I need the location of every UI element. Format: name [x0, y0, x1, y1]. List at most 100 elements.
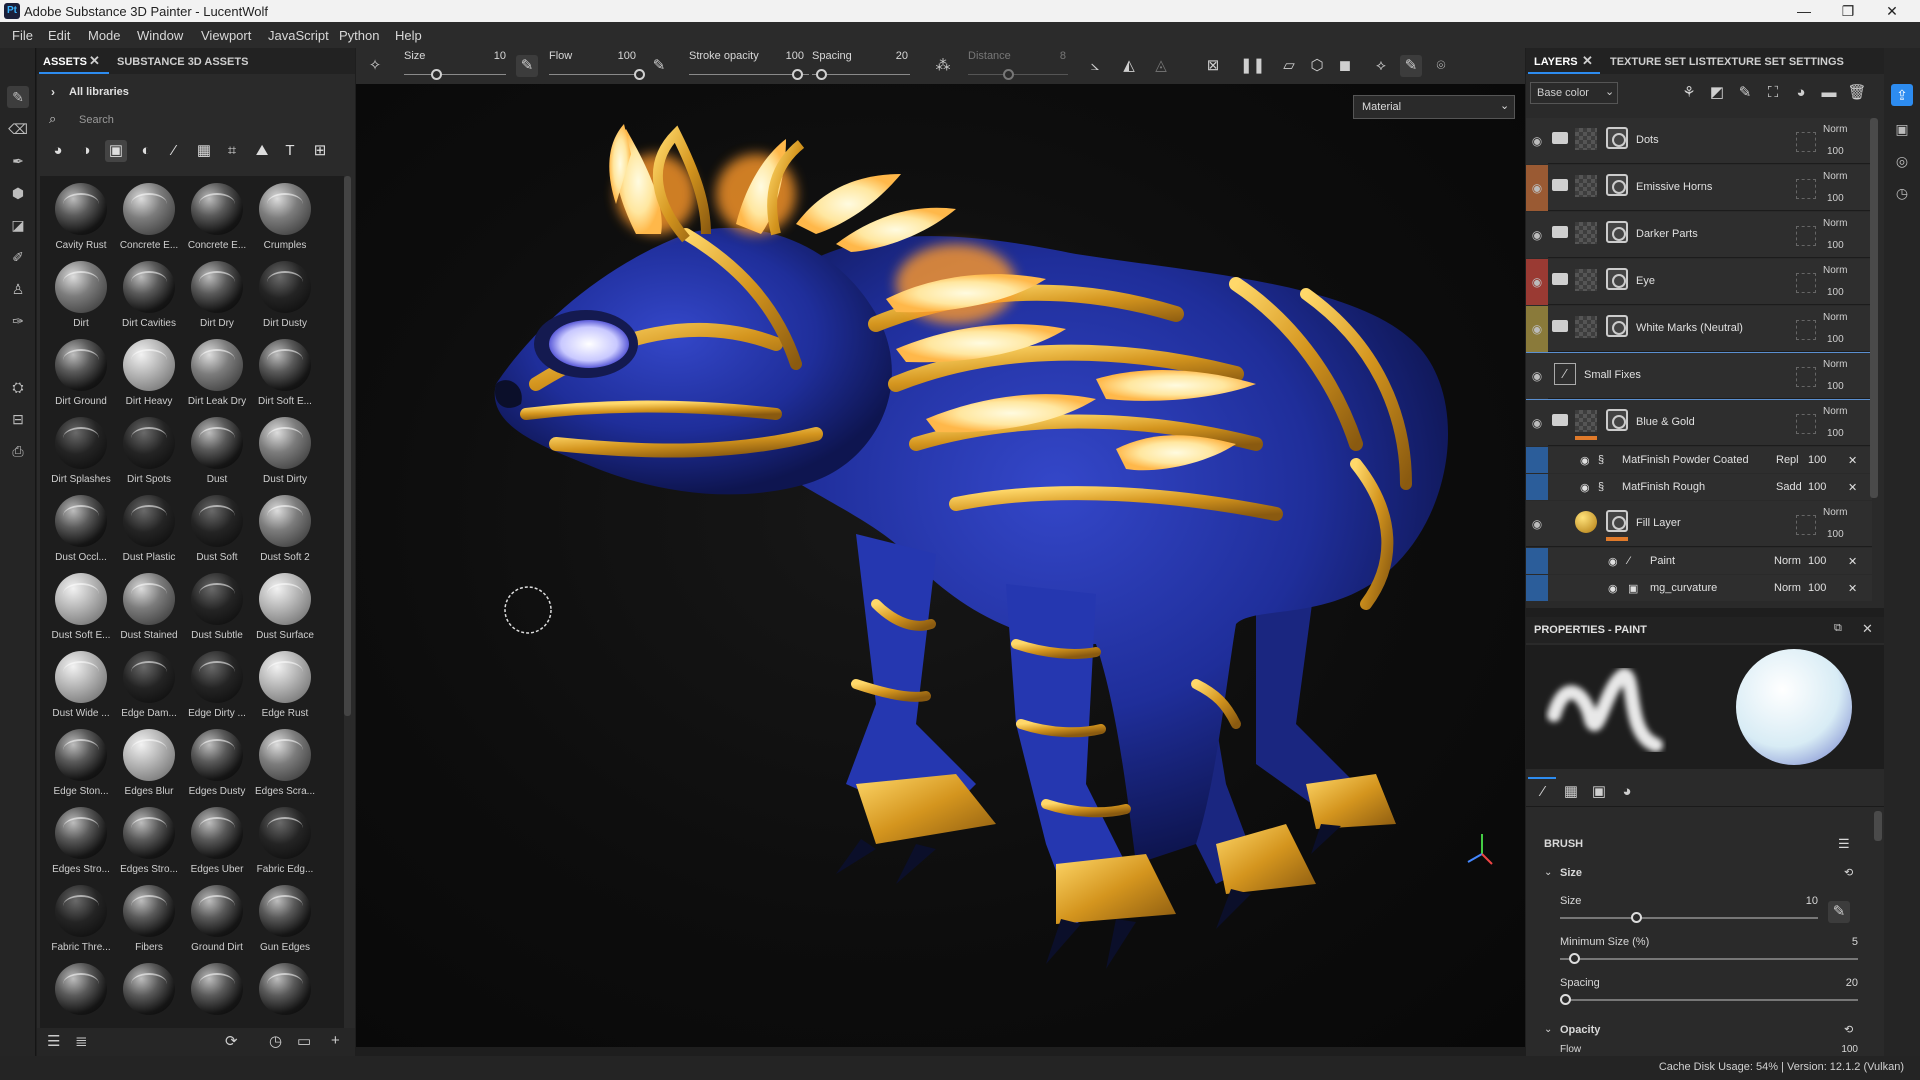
asset-item[interactable]: Dirt Soft E... [248, 336, 316, 414]
asset-item[interactable]: Gun Edges [248, 882, 316, 960]
smudge-icon[interactable]: ✐ [7, 246, 29, 268]
asset-item[interactable]: Fabric Edg... [248, 804, 316, 882]
material-filter-icon[interactable]: ◕ [47, 140, 69, 162]
layers-scrollbar[interactable] [1870, 118, 1878, 498]
asset-item[interactable]: Dirt Heavy [112, 336, 180, 414]
add-icon[interactable]: + [331, 1032, 340, 1049]
screenshot-icon[interactable]: ⌾ [1430, 55, 1452, 77]
layer-name[interactable]: Small Fixes [1584, 369, 1641, 381]
geometry-fill-icon[interactable]: ⬢ [7, 182, 29, 204]
asset-item[interactable]: Edges Stro... [112, 804, 180, 882]
flow-value[interactable]: 100 [606, 50, 636, 62]
eye-icon[interactable]: ◉ [1526, 400, 1548, 446]
flow-value[interactable]: 100 [1832, 1044, 1858, 1055]
menu-viewport[interactable]: Viewport [201, 28, 251, 43]
menu-file[interactable]: File [12, 28, 33, 43]
angle-icon[interactable]: ⦣ [1084, 55, 1106, 77]
mask-effect-row[interactable]: ◉ ⁄ Paint Norm 100 ✕ [1526, 548, 1872, 574]
asset-item[interactable]: Fabric Thre... [44, 882, 112, 960]
layer-row[interactable]: ◉ Darker Parts Norm 100 [1526, 212, 1872, 258]
asset-item[interactable]: Concrete E... [112, 180, 180, 258]
close-tab-icon[interactable]: ✕ [89, 53, 100, 69]
add-folder-icon[interactable]: ▬ [1818, 82, 1840, 104]
eraser-icon[interactable]: ⌫ [7, 118, 29, 140]
layer-row[interactable]: ◉ Dots Norm 100 [1526, 118, 1872, 164]
opacity-value[interactable]: 100 [1827, 193, 1844, 204]
opacity-value[interactable]: 100 [1808, 555, 1826, 567]
delete-layer-icon[interactable]: 🗑 [1846, 82, 1868, 104]
menu-edit[interactable]: Edit [48, 28, 70, 43]
asset-item[interactable]: Dust Surface [248, 570, 316, 648]
spacing-slider-track[interactable] [1560, 999, 1858, 1001]
collapse-opacity-icon[interactable]: ⌄ [1544, 1024, 1552, 1035]
details-view-icon[interactable]: ≣ [75, 1032, 88, 1050]
smart-material-filter-icon[interactable]: ◑ [75, 140, 97, 162]
eye-icon[interactable]: ◉ [1526, 353, 1548, 399]
remove-effect-icon[interactable]: ✕ [1848, 555, 1857, 568]
add-mask-icon[interactable]: ◩ [1706, 82, 1728, 104]
asset-item[interactable]: Fibers [112, 882, 180, 960]
bake-icon[interactable]: ⛭ [7, 376, 29, 398]
minimum-size-slider-knob[interactable] [1568, 953, 1580, 964]
3d-viewport[interactable] [356, 84, 1525, 1047]
layer-row[interactable]: ◉ Eye Norm 100 [1526, 259, 1872, 305]
pause-icon[interactable]: ❚❚ [1240, 55, 1265, 77]
close-tab-icon[interactable]: ✕ [1582, 53, 1593, 69]
asset-item[interactable]: Cavity Rust [44, 180, 112, 258]
asset-item[interactable]: Dirt Dusty [248, 258, 316, 336]
brush-filter-icon[interactable]: ⁄ [163, 140, 185, 162]
add-paint-layer-icon[interactable]: ✎ [1734, 82, 1756, 104]
distance-slider-track[interactable] [968, 74, 1068, 75]
mirror-axis-icon[interactable]: ◬ [1150, 55, 1172, 77]
menu-window[interactable]: Window [137, 28, 183, 43]
asset-item[interactable]: Dust Dirty [248, 414, 316, 492]
blend-mode-select[interactable]: Norm [1823, 218, 1847, 229]
asset-item[interactable]: Edge Rust [248, 648, 316, 726]
distance-slider-knob[interactable] [1003, 69, 1014, 80]
asset-item[interactable]: Edges Uber [180, 804, 248, 882]
size-pressure-icon[interactable]: ✎ [1828, 901, 1850, 923]
reset-size-icon[interactable]: ⟲ [1844, 866, 1853, 879]
tab-texture-set-settings[interactable]: TEXTURE SET SETTINGS [1710, 56, 1844, 68]
asset-item[interactable] [180, 960, 248, 1032]
opacity-value[interactable]: 100 [1827, 240, 1844, 251]
color-picker-icon[interactable]: ✑ [7, 310, 29, 332]
tab-layers[interactable]: LAYERS [1534, 56, 1578, 68]
export-icon[interactable]: ⎙ [7, 440, 29, 462]
mirror-icon[interactable]: ◭ [1118, 55, 1140, 77]
paint-brush-icon[interactable]: ✎ [7, 86, 29, 108]
collapse-size-icon[interactable]: ⌄ [1544, 867, 1552, 878]
layer-row[interactable]: ◉ Blue & Gold Norm 100 [1526, 400, 1872, 446]
opacity-value[interactable]: 100 [1827, 381, 1844, 392]
spacing-value[interactable]: 20 [1838, 977, 1858, 989]
distance-value[interactable]: 8 [1036, 50, 1066, 62]
material-tab-icon[interactable]: ▦ [1560, 781, 1582, 803]
layer-name[interactable]: Dots [1636, 134, 1659, 146]
asset-item[interactable]: Dirt [44, 258, 112, 336]
blend-mode-select[interactable]: Norm [1823, 265, 1847, 276]
asset-item[interactable]: Dust Subtle [180, 570, 248, 648]
asset-item[interactable]: Dust Wide ... [44, 648, 112, 726]
flow-slider-knob[interactable] [634, 69, 645, 80]
layer-name[interactable]: Darker Parts [1636, 228, 1698, 240]
blend-mode-select[interactable]: Norm [1823, 507, 1847, 518]
stencil-tab-icon[interactable]: ◕ [1616, 781, 1638, 803]
size-value[interactable]: 10 [476, 50, 506, 62]
tab-assets[interactable]: ASSETS [43, 56, 87, 68]
eye-icon[interactable]: ◉ [1580, 481, 1590, 494]
lazy-mouse-icon[interactable]: ⁂ [932, 55, 954, 77]
asset-item[interactable]: Edge Ston... [44, 726, 112, 804]
symmetry-icon[interactable]: ✧ [364, 55, 386, 77]
layer-name[interactable]: Eye [1636, 275, 1655, 287]
asset-item[interactable]: Dust [180, 414, 248, 492]
remove-effect-icon[interactable]: ✕ [1848, 454, 1857, 467]
add-smart-material-icon[interactable]: ◕ [1790, 82, 1812, 104]
minimize-icon[interactable]: — [1784, 0, 1824, 22]
folder-icon[interactable]: ▭ [297, 1032, 311, 1050]
blend-mode-select[interactable]: Repl [1776, 454, 1799, 466]
list-view-icon[interactable]: ☰ [47, 1032, 60, 1050]
spacing-slider-knob[interactable] [816, 69, 827, 80]
asset-item[interactable] [248, 960, 316, 1032]
add-fill-layer-icon[interactable]: ⛶ [1762, 82, 1784, 104]
shader-settings-icon[interactable]: ◎ [1891, 150, 1913, 172]
